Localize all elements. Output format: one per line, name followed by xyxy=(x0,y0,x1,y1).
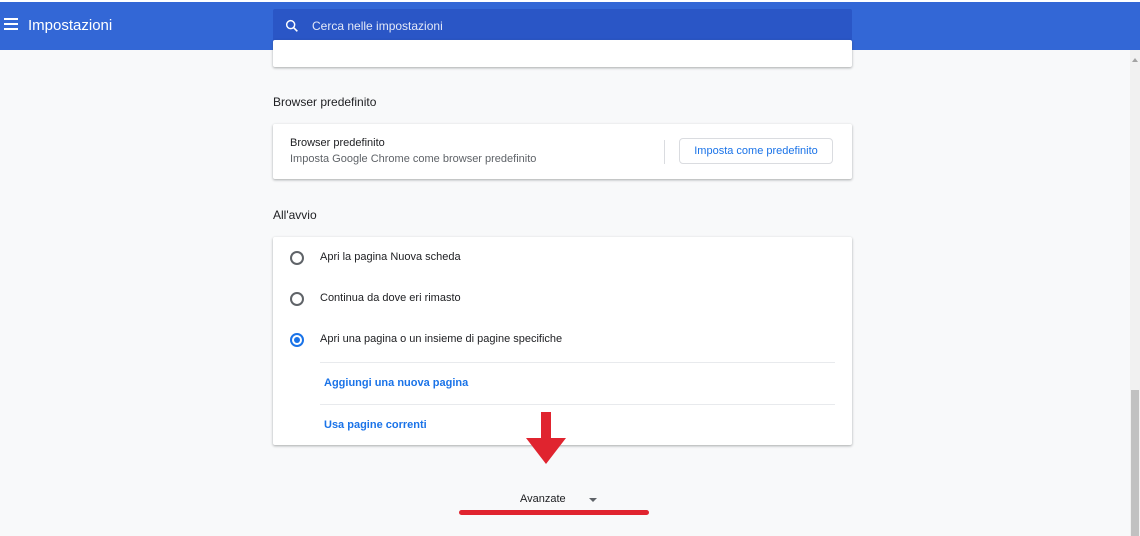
divider xyxy=(664,140,665,164)
add-page-link[interactable]: Aggiungi una nuova pagina xyxy=(324,377,468,389)
default-browser-subtitle: Imposta Google Chrome come browser prede… xyxy=(290,153,537,165)
radio-label-continue[interactable]: Continua da dove eri rimasto xyxy=(320,292,461,304)
advanced-toggle[interactable]: Avanzate xyxy=(520,493,566,505)
scroll-up-icon[interactable] xyxy=(1132,58,1138,62)
search-input[interactable] xyxy=(312,9,842,43)
radio-label-specific-pages[interactable]: Apri una pagina o un insieme di pagine s… xyxy=(320,333,562,345)
divider xyxy=(320,362,835,363)
previous-section-card xyxy=(273,40,852,67)
annotation-arrow-icon xyxy=(526,412,566,464)
section-title-startup: All'avvio xyxy=(273,208,317,222)
hamburger-menu-icon[interactable] xyxy=(4,18,18,30)
default-browser-title: Browser predefinito xyxy=(290,137,385,149)
page-title: Impostazioni xyxy=(28,17,113,34)
scrollbar[interactable] xyxy=(1130,50,1140,536)
radio-new-tab[interactable] xyxy=(290,251,304,265)
search-icon xyxy=(285,19,298,32)
chevron-down-icon[interactable] xyxy=(589,498,597,502)
search-box[interactable] xyxy=(273,9,852,43)
default-browser-card: Browser predefinito Imposta Google Chrom… xyxy=(273,124,852,179)
divider xyxy=(320,404,835,405)
section-title-default-browser: Browser predefinito xyxy=(273,95,377,109)
use-current-pages-link[interactable]: Usa pagine correnti xyxy=(324,419,427,431)
set-default-button[interactable]: Imposta come predefinito xyxy=(679,138,833,164)
radio-label-new-tab[interactable]: Apri la pagina Nuova scheda xyxy=(320,251,461,263)
scrollbar-thumb[interactable] xyxy=(1131,390,1139,536)
radio-continue[interactable] xyxy=(290,292,304,306)
annotation-underline xyxy=(459,510,649,515)
radio-specific-pages[interactable] xyxy=(290,333,304,347)
